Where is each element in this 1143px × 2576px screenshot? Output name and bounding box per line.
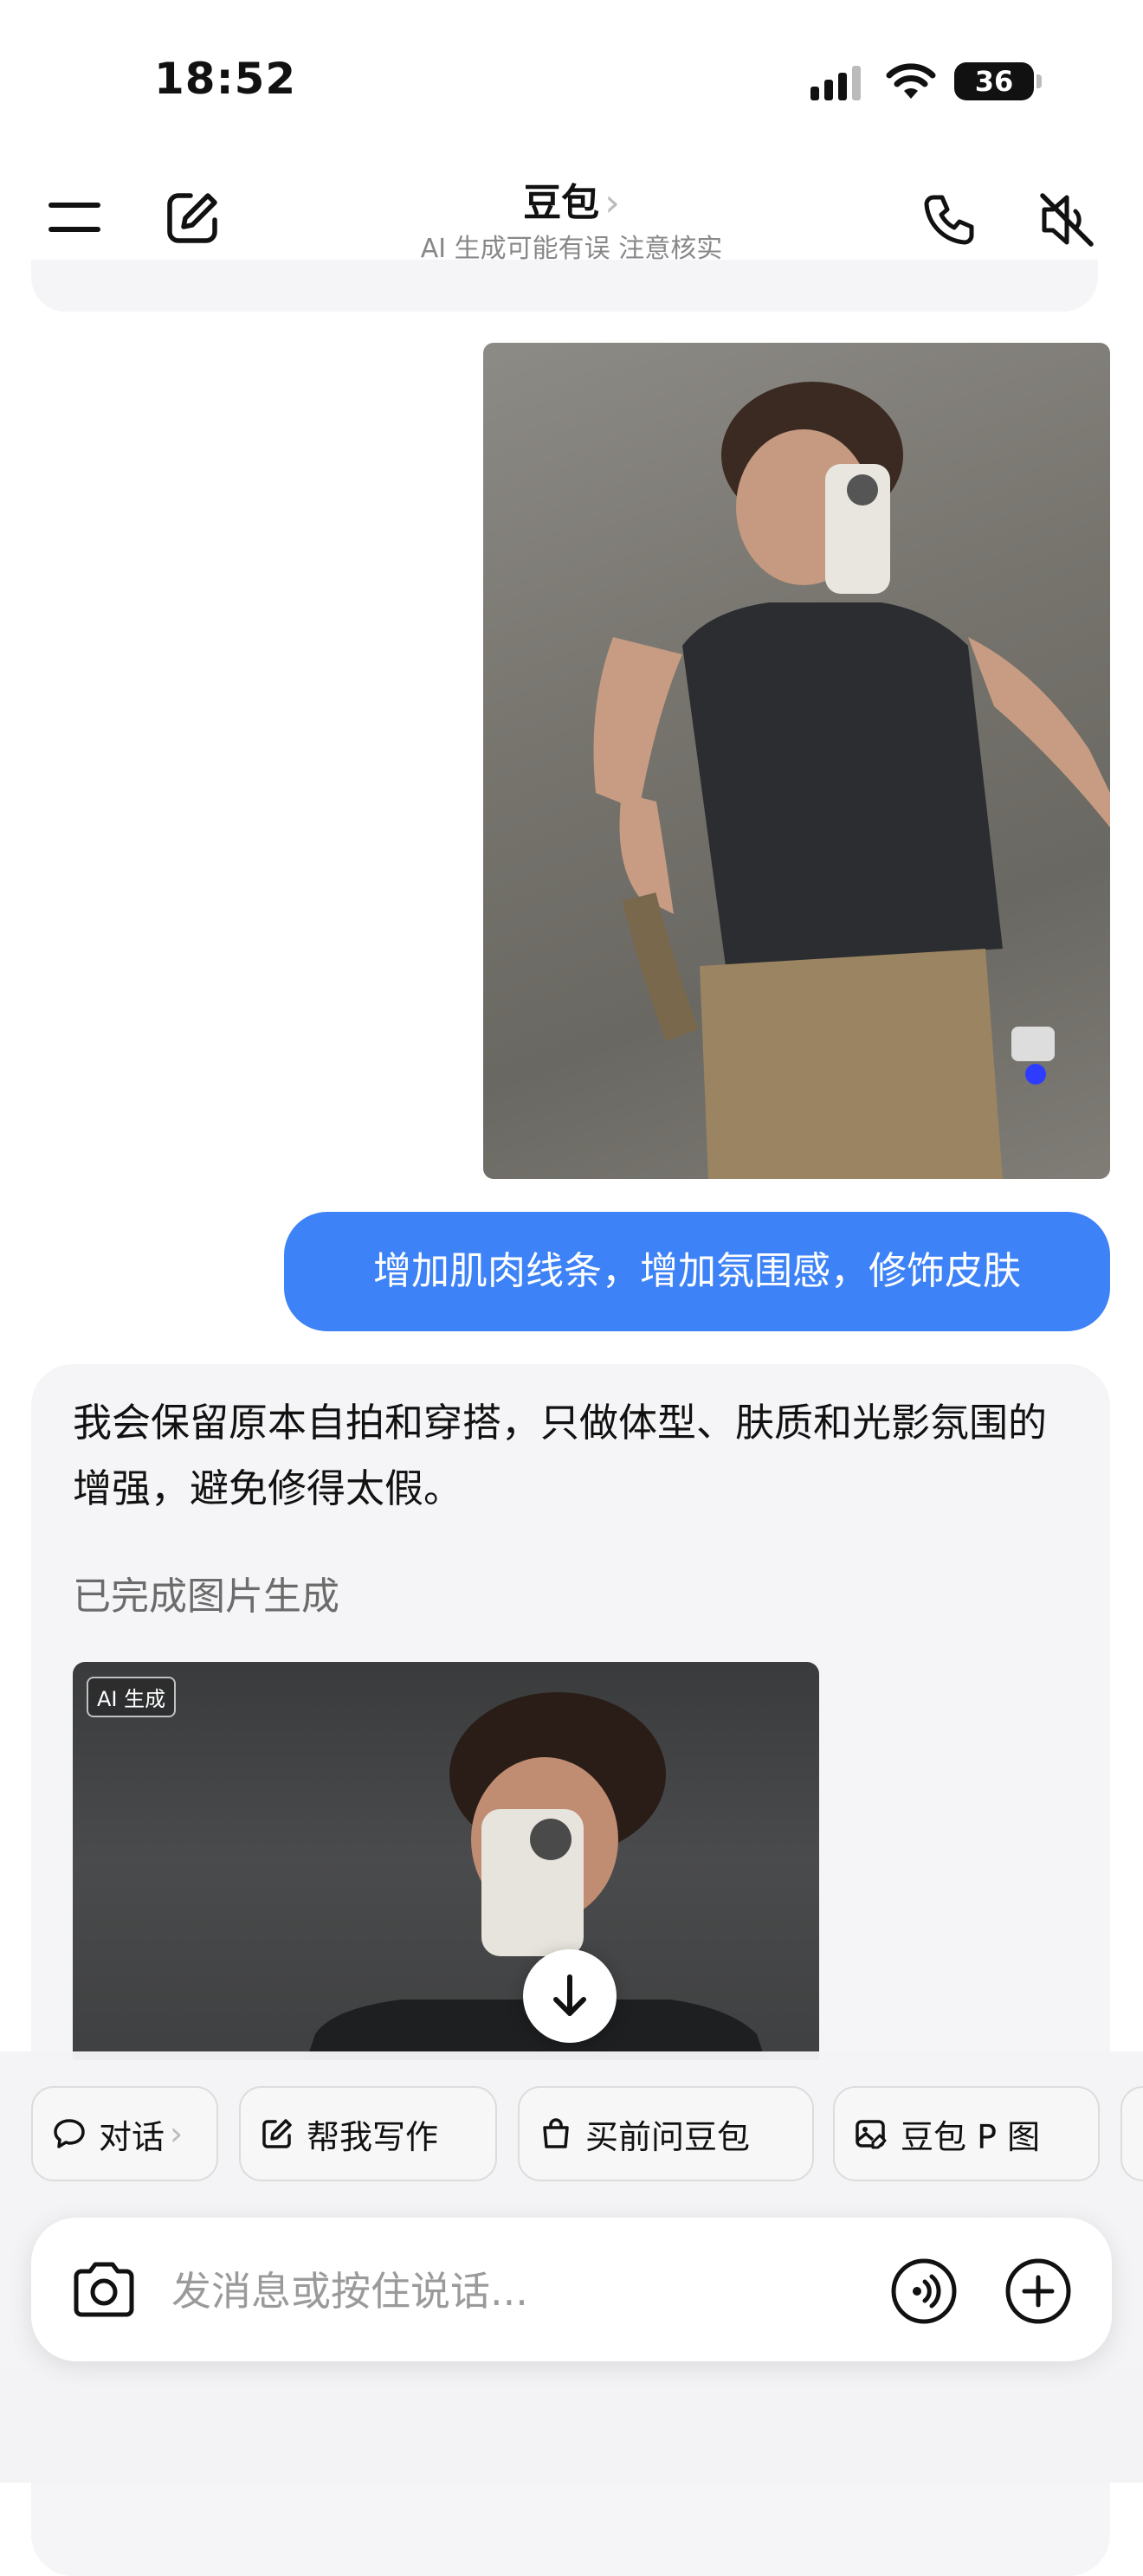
edit-icon bbox=[262, 2119, 292, 2148]
battery-tip bbox=[1036, 74, 1042, 88]
phone-call-icon[interactable] bbox=[921, 192, 977, 248]
chat-bubble-icon bbox=[54, 2119, 85, 2148]
title-chevron-icon: › bbox=[604, 181, 620, 225]
quick-action-label: 豆包 P 图 bbox=[901, 2117, 1041, 2156]
status-time: 18:52 bbox=[154, 54, 297, 104]
speaker-mute-icon[interactable] bbox=[1036, 189, 1098, 251]
user-message-bubble[interactable]: 增加肌肉线条，增加氛围感，修饰皮肤 bbox=[284, 1212, 1110, 1331]
arrow-down-icon bbox=[553, 1974, 586, 2016]
voice-call-icon[interactable] bbox=[890, 2257, 958, 2325]
cellular-signal-icon bbox=[810, 66, 861, 100]
previous-message-bubble bbox=[31, 260, 1098, 312]
quick-action-label: 对话 bbox=[99, 2117, 165, 2156]
quick-action-label: 买前问豆包 bbox=[585, 2117, 751, 2156]
photo-illustration bbox=[593, 382, 1110, 1179]
quick-action-write[interactable]: 帮我写作 bbox=[239, 2086, 497, 2181]
scroll-to-bottom-button[interactable] bbox=[523, 1949, 617, 2043]
generated-image-illustration bbox=[307, 1692, 765, 2060]
chevron-right-icon: › bbox=[170, 2115, 184, 2153]
chat-title-text: 豆包 bbox=[523, 181, 600, 225]
user-uploaded-photo[interactable] bbox=[483, 343, 1110, 1179]
ai-generated-image[interactable] bbox=[73, 1662, 819, 2060]
plus-icon[interactable] bbox=[1004, 2257, 1072, 2325]
message-input[interactable] bbox=[170, 2256, 849, 2327]
quick-action-shopping[interactable]: 买前问豆包 bbox=[518, 2086, 814, 2181]
ai-generated-badge: AI 生成 bbox=[87, 1677, 177, 1717]
quick-action-more-partial[interactable] bbox=[1120, 2086, 1143, 2181]
quick-action-chat[interactable]: 对话 › bbox=[31, 2086, 218, 2181]
battery-icon: 36 bbox=[954, 62, 1034, 100]
shopping-bag-icon bbox=[543, 2118, 569, 2148]
wifi-icon bbox=[886, 63, 936, 99]
battery-level: 36 bbox=[974, 65, 1014, 98]
generation-status: 已完成图片生成 bbox=[73, 1575, 339, 1619]
quick-action-label: 帮我写作 bbox=[307, 2117, 439, 2156]
image-edit-icon bbox=[856, 2120, 887, 2149]
quick-action-photo-edit[interactable]: 豆包 P 图 bbox=[833, 2086, 1100, 2181]
ai-message-text: 我会保留原本自拍和穿搭，只做体型、肤质和光影氛围的增强，避免修得太假。 bbox=[73, 1400, 1048, 1511]
camera-icon[interactable] bbox=[69, 2259, 139, 2320]
